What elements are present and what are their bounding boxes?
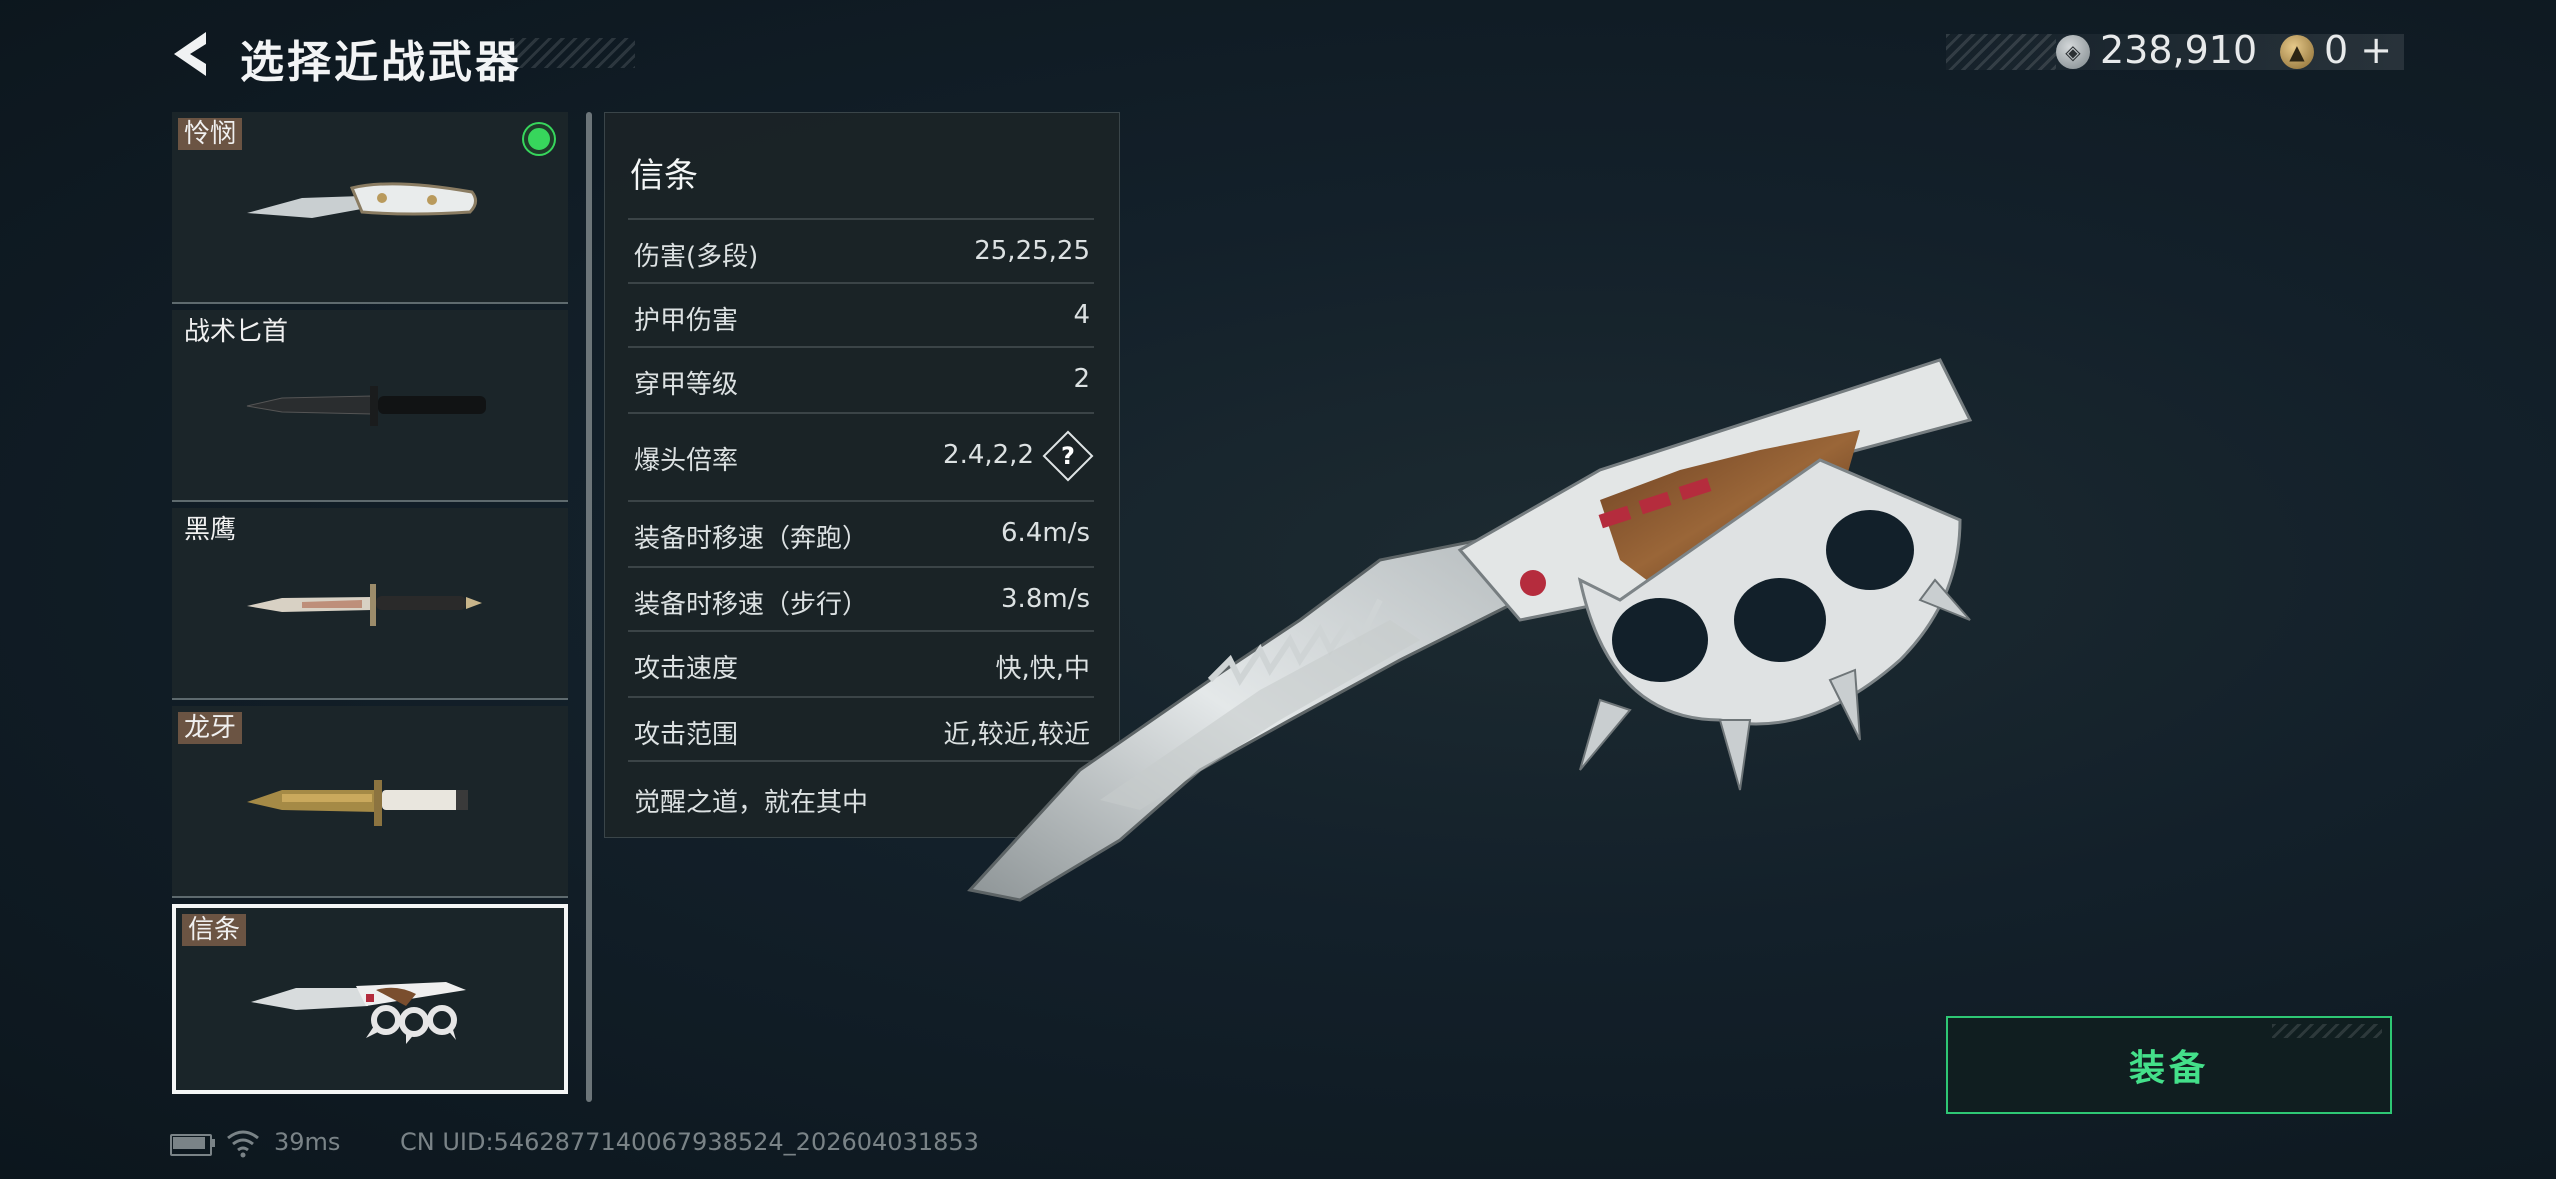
stat-label: 装备时移速（步行） xyxy=(634,590,869,620)
weapon-name: 怜悯 xyxy=(178,118,243,150)
add-gold-button[interactable]: + xyxy=(2360,28,2392,72)
currency-decoration xyxy=(1946,34,2056,70)
creed-knife-artwork xyxy=(967,358,1973,902)
weapon-title: 信条 xyxy=(630,156,698,196)
weapon-name: 黑鹰 xyxy=(184,515,237,545)
uid-text: CN UID:5462877140067938524_202604031853 xyxy=(400,1128,979,1156)
page-title: 选择近战武器 xyxy=(240,37,522,88)
weapon-card-mercy[interactable]: 怜悯 xyxy=(172,112,568,304)
stat-label: 爆头倍率 xyxy=(634,446,739,476)
gold-coin-value: 0 xyxy=(2324,28,2349,72)
weapon-card-creed[interactable]: 信条 xyxy=(172,904,568,1094)
gold-coin-icon: ▲ xyxy=(2280,35,2314,69)
stat-label: 攻击范围 xyxy=(634,720,739,750)
equip-button-label: 装备 xyxy=(2128,1048,2209,1089)
weapon-name: 龙牙 xyxy=(178,712,243,744)
weapon-name: 信条 xyxy=(182,914,247,946)
silver-coin-icon: ◈ xyxy=(2056,35,2090,69)
mercy-knife-icon xyxy=(247,182,477,218)
stat-label: 穿甲等级 xyxy=(634,370,739,400)
dragon-fang-knife-icon xyxy=(247,780,468,826)
battery-tip xyxy=(211,1139,215,1147)
back-arrow-icon[interactable] xyxy=(168,28,212,80)
creed-knife-icon xyxy=(251,982,466,1044)
stat-label: 护甲伤害 xyxy=(634,306,739,336)
title-decoration xyxy=(510,38,635,68)
battery-level xyxy=(173,1137,205,1149)
description-text: 觉醒之道，就在其中 xyxy=(634,788,869,818)
list-scrollbar[interactable] xyxy=(586,112,592,1102)
stat-label: 装备时移速（奔跑） xyxy=(634,524,869,554)
tactical-dagger-icon xyxy=(246,386,486,426)
weapon-card-tactical-dagger[interactable]: 战术匕首 xyxy=(172,310,568,502)
stat-label: 攻击速度 xyxy=(634,654,739,684)
stat-label: 伤害(多段) xyxy=(634,242,759,272)
wifi-icon xyxy=(227,1130,259,1158)
black-hawk-knife-icon xyxy=(247,584,482,626)
gold-coin-amount[interactable]: 0 + xyxy=(2324,28,2392,72)
weapon-card-black-hawk[interactable]: 黑鹰 xyxy=(172,508,568,700)
silver-coin-amount: 238,910 xyxy=(2100,28,2258,72)
stat-row-damage: 伤害(多段) 25,25,25 xyxy=(628,218,1094,284)
stat-value: 25,25,25 xyxy=(974,236,1090,266)
equipped-indicator-icon xyxy=(524,124,554,154)
weapon-name: 战术匕首 xyxy=(184,317,289,347)
equip-button[interactable]: 装备 xyxy=(1946,1016,2392,1114)
weapon-card-dragon-fang[interactable]: 龙牙 xyxy=(172,706,568,898)
ping-text: 39ms xyxy=(274,1128,341,1156)
